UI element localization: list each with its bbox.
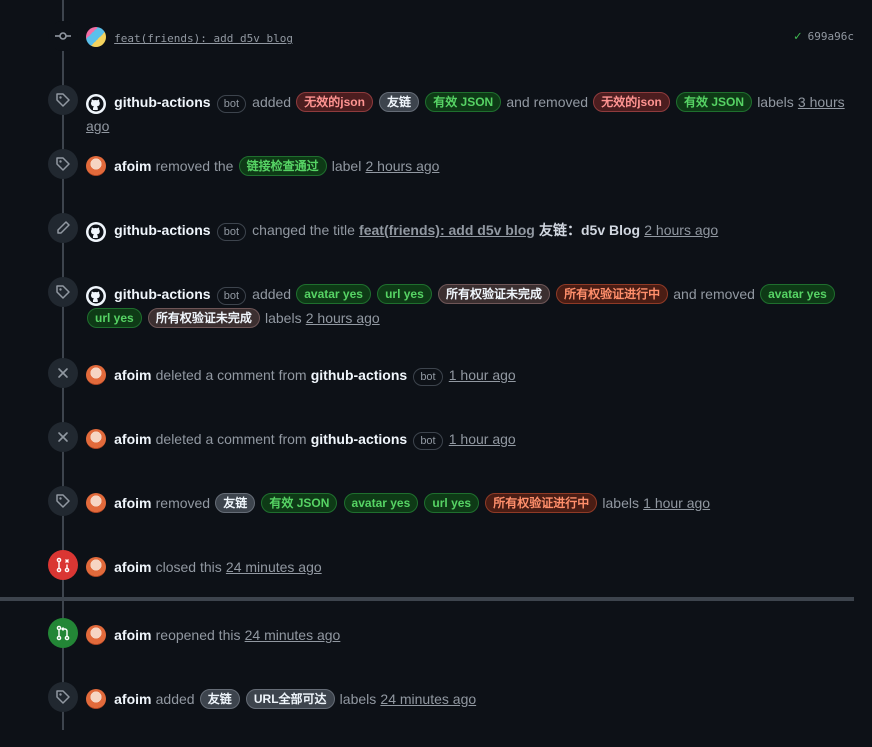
- event-time[interactable]: 1 hour ago: [643, 495, 710, 511]
- label-ownership-incomplete[interactable]: 所有权验证未完成: [437, 284, 550, 304]
- close-icon: [48, 422, 78, 452]
- label-url-all-reachable[interactable]: URL全部可达: [245, 689, 335, 709]
- new-title: 友链：d5v Blog: [538, 222, 641, 238]
- label-avatar-yes[interactable]: avatar yes: [760, 284, 835, 304]
- event-verb: labels: [757, 94, 794, 110]
- label-friend-link[interactable]: 友链: [379, 92, 420, 112]
- event-verb: deleted a comment from: [155, 367, 307, 383]
- close-icon: [48, 358, 78, 388]
- tag-icon: [48, 85, 78, 115]
- event-time[interactable]: 24 minutes ago: [380, 691, 476, 707]
- event-verb: and removed: [506, 94, 589, 110]
- event-verb: removed the: [155, 158, 234, 174]
- actor-name[interactable]: afoim: [114, 431, 151, 447]
- label-avatar-yes[interactable]: avatar yes: [296, 284, 371, 304]
- avatar[interactable]: [86, 689, 106, 709]
- avatar[interactable]: [86, 27, 106, 47]
- label-invalid-json[interactable]: 无效的json: [296, 92, 373, 112]
- label-friend-link[interactable]: 友链: [215, 493, 256, 513]
- github-icon[interactable]: [86, 286, 106, 306]
- label-ownership-incomplete[interactable]: 所有权验证未完成: [147, 308, 260, 328]
- actor-name[interactable]: afoim: [114, 158, 151, 174]
- event-verb: added: [252, 94, 292, 110]
- commit-message-link[interactable]: feat(friends): add d5v blog: [114, 32, 293, 45]
- bot-badge: bot: [216, 95, 247, 113]
- label-avatar-yes[interactable]: avatar yes: [343, 493, 419, 513]
- label-valid-json[interactable]: 有效 JSON: [261, 493, 338, 513]
- tag-icon: [48, 149, 78, 179]
- actor-name[interactable]: afoim: [114, 627, 151, 643]
- event-verb: closed this: [155, 559, 222, 575]
- event-verb: labels: [339, 691, 377, 707]
- bot-badge: bot: [413, 368, 443, 386]
- label-valid-json[interactable]: 有效 JSON: [425, 92, 502, 112]
- commit-icon: [48, 21, 78, 51]
- bot-badge: bot: [413, 432, 443, 450]
- event-verb: added: [155, 691, 195, 707]
- avatar[interactable]: [86, 557, 106, 577]
- event-verb: deleted a comment from: [155, 431, 307, 447]
- github-icon[interactable]: [86, 222, 106, 242]
- timeline-separator: [0, 597, 854, 601]
- avatar[interactable]: [86, 625, 106, 645]
- actor-name[interactable]: afoim: [114, 559, 151, 575]
- event-time[interactable]: 24 minutes ago: [245, 627, 341, 643]
- avatar[interactable]: [86, 365, 106, 385]
- tag-icon: [48, 277, 78, 307]
- github-icon[interactable]: [86, 94, 106, 114]
- pencil-icon: [48, 213, 78, 243]
- label-link-check-pass[interactable]: 链接检查通过: [238, 156, 327, 176]
- event-time[interactable]: 24 minutes ago: [226, 559, 322, 575]
- event-time[interactable]: 2 hours ago: [306, 310, 380, 326]
- bot-badge: bot: [216, 223, 247, 241]
- event-verb: removed: [155, 495, 211, 511]
- label-valid-json[interactable]: 有效 JSON: [676, 92, 753, 112]
- label-url-yes[interactable]: url yes: [377, 284, 432, 304]
- event-time[interactable]: 2 hours ago: [644, 222, 718, 238]
- old-title: feat(friends): add d5v blog: [359, 222, 535, 238]
- event-verb: added: [252, 286, 292, 302]
- event-verb: labels: [265, 310, 302, 326]
- actor-name[interactable]: afoim: [114, 367, 151, 383]
- tag-icon: [48, 486, 78, 516]
- target-name[interactable]: github-actions: [311, 431, 407, 447]
- target-name[interactable]: github-actions: [311, 367, 407, 383]
- event-time[interactable]: 1 hour ago: [449, 431, 516, 447]
- check-icon: ✓: [793, 29, 802, 44]
- actor-name[interactable]: github-actions: [114, 222, 210, 238]
- label-url-yes[interactable]: url yes: [87, 308, 142, 328]
- avatar[interactable]: [86, 429, 106, 449]
- actor-name[interactable]: github-actions: [114, 94, 210, 110]
- label-invalid-json[interactable]: 无效的json: [593, 92, 670, 112]
- avatar[interactable]: [86, 493, 106, 513]
- event-time[interactable]: 1 hour ago: [449, 367, 516, 383]
- label-url-yes[interactable]: url yes: [424, 493, 480, 513]
- label-ownership-in-progress[interactable]: 所有权验证进行中: [556, 284, 669, 304]
- label-ownership-in-progress[interactable]: 所有权验证进行中: [485, 493, 598, 513]
- event-verb: reopened this: [155, 627, 241, 643]
- event-verb: label: [331, 158, 362, 174]
- avatar[interactable]: [86, 156, 106, 176]
- pull-request-icon: [48, 618, 78, 648]
- actor-name[interactable]: afoim: [114, 495, 151, 511]
- actor-name[interactable]: github-actions: [114, 286, 210, 302]
- event-verb: and removed: [673, 286, 755, 302]
- tag-icon: [48, 682, 78, 712]
- commit-sha[interactable]: ✓ 699a96c: [794, 29, 854, 44]
- label-friend-link[interactable]: 友链: [199, 689, 240, 709]
- actor-name[interactable]: afoim: [114, 691, 151, 707]
- event-verb: labels: [602, 495, 639, 511]
- event-verb: changed the title: [252, 222, 355, 238]
- bot-badge: bot: [216, 287, 247, 305]
- pull-request-closed-icon: [48, 550, 78, 580]
- commit-sha-text[interactable]: 699a96c: [808, 30, 854, 43]
- event-time[interactable]: 2 hours ago: [365, 158, 439, 174]
